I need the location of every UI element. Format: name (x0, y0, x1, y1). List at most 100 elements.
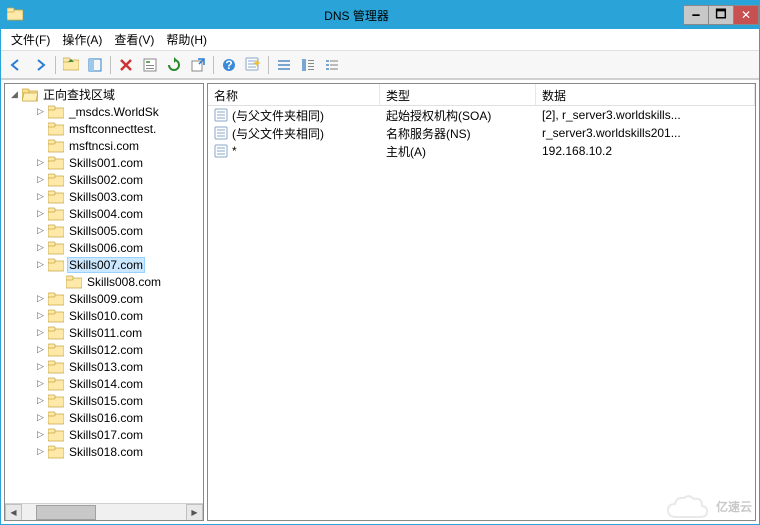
expand-icon[interactable]: ▷ (35, 174, 46, 185)
expand-icon[interactable]: ▷ (35, 395, 46, 406)
expand-icon[interactable]: ▷ (35, 412, 46, 423)
cell-data: 192.168.10.2 (536, 144, 755, 158)
app-window: DNS 管理器 🗕 🗖 ✕ 文件(F) 操作(A) 查看(V) 帮助(H) ? (0, 0, 760, 525)
tree-item-label: Skills007.com (67, 257, 145, 273)
horizontal-scrollbar[interactable]: ◀ ▶ (5, 503, 203, 520)
tree-item[interactable]: ▷Skills016.com (5, 409, 203, 426)
menu-view[interactable]: 查看(V) (108, 29, 160, 50)
tree-item[interactable]: msftconnecttest. (5, 120, 203, 137)
folder-icon (48, 343, 64, 357)
scroll-left-button[interactable]: ◀ (5, 504, 22, 521)
window-controls: 🗕 🗖 ✕ (684, 5, 759, 25)
tree-item[interactable]: msftncsi.com (5, 137, 203, 154)
cell-name: * (208, 144, 380, 158)
expand-icon[interactable]: ▷ (35, 446, 46, 457)
tree-item[interactable]: ▷Skills015.com (5, 392, 203, 409)
expand-icon (35, 123, 46, 134)
menu-file[interactable]: 文件(F) (5, 29, 56, 50)
list-body[interactable]: (与父文件夹相同)起始授权机构(SOA)[2], r_server3.world… (208, 106, 755, 520)
delete-button[interactable] (115, 54, 137, 76)
tree-item[interactable]: ▷ Skills014.com (5, 375, 203, 392)
tree-item[interactable]: ▷ Skills011.com (5, 324, 203, 341)
close-button[interactable]: ✕ (733, 5, 759, 25)
tree-root[interactable]: ◢ 正向查找区域 (5, 86, 203, 103)
expand-icon[interactable]: ▷ (35, 106, 46, 117)
tree-item[interactable]: ▷Skills013.com (5, 358, 203, 375)
help-button[interactable]: ? (218, 54, 240, 76)
properties-button[interactable] (139, 54, 161, 76)
expand-icon[interactable]: ▷ (35, 327, 46, 338)
expand-icon[interactable]: ▷ (35, 361, 46, 372)
export-button[interactable] (187, 54, 209, 76)
tree-item[interactable]: ▷ Skills007.com (5, 256, 203, 273)
scroll-track[interactable] (22, 504, 186, 521)
list-view-icon (324, 57, 340, 73)
column-header-data[interactable]: 数据 (536, 84, 755, 105)
new-record-button[interactable] (242, 54, 264, 76)
tree-item-label: Skills003.com (67, 190, 145, 204)
expand-icon[interactable]: ▷ (35, 259, 46, 270)
expand-icon[interactable]: ▷ (35, 344, 46, 355)
tree-item[interactable]: ▷Skills001.com (5, 154, 203, 171)
folder-icon (48, 207, 64, 221)
scroll-right-button[interactable]: ▶ (186, 504, 203, 521)
tree-item-label: Skills014.com (67, 377, 145, 391)
tree-item[interactable]: ▷ Skills003.com (5, 188, 203, 205)
record-row[interactable]: (与父文件夹相同)名称服务器(NS)r_server3.worldskills2… (208, 124, 755, 142)
tree-item[interactable]: ▷_msdcs.WorldSk (5, 103, 203, 120)
tree-item[interactable]: ▷Skills012.com (5, 341, 203, 358)
forward-button[interactable] (29, 54, 51, 76)
expand-icon[interactable]: ▷ (35, 225, 46, 236)
column-header-type[interactable]: 类型 (380, 84, 536, 105)
menu-help[interactable]: 帮助(H) (160, 29, 213, 50)
filter-button[interactable] (273, 54, 295, 76)
tree-item[interactable]: ▷Skills004.com (5, 205, 203, 222)
scroll-thumb[interactable] (36, 505, 96, 520)
expand-icon[interactable]: ▷ (35, 208, 46, 219)
tree-item[interactable]: Skills008.com (5, 273, 203, 290)
toolbar: ? (1, 51, 759, 79)
list-pane: 名称 类型 数据 (与父文件夹相同)起始授权机构(SOA)[2], r_serv… (207, 83, 756, 521)
tree-item[interactable]: ▷Skills006.com (5, 239, 203, 256)
list-view-button[interactable] (321, 54, 343, 76)
expand-icon[interactable]: ▷ (35, 191, 46, 202)
expand-icon[interactable]: ▷ (35, 429, 46, 440)
record-row[interactable]: *主机(A)192.168.10.2 (208, 142, 755, 160)
cell-name-text: * (232, 144, 237, 158)
tree-item[interactable]: ▷Skills002.com (5, 171, 203, 188)
maximize-button[interactable]: 🗖 (708, 5, 734, 25)
record-icon (214, 126, 228, 140)
tree-item[interactable]: ▷Skills018.com (5, 443, 203, 460)
expand-icon[interactable]: ▷ (35, 157, 46, 168)
export-icon (190, 57, 206, 73)
tree-scroll[interactable]: ◢ 正向查找区域 ▷_msdcs.WorldSkmsftconnecttest.… (5, 84, 203, 503)
detail-icon (300, 57, 316, 73)
refresh-button[interactable] (163, 54, 185, 76)
tree-item[interactable]: ▷Skills005.com (5, 222, 203, 239)
minimize-button[interactable]: 🗕 (683, 5, 709, 25)
tree-item[interactable]: ▷ Skills009.com (5, 290, 203, 307)
tree-item[interactable]: ▷Skills010.com (5, 307, 203, 324)
back-button[interactable] (5, 54, 27, 76)
panel-icon (87, 57, 103, 73)
folder-icon (48, 428, 64, 442)
expand-icon[interactable]: ▷ (35, 310, 46, 321)
show-hide-tree-button[interactable] (84, 54, 106, 76)
tree-item-label: Skills009.com (67, 292, 145, 306)
collapse-icon[interactable]: ◢ (9, 89, 20, 100)
tree-item-label: Skills011.com (67, 326, 144, 340)
tree-item[interactable]: ▷Skills017.com (5, 426, 203, 443)
cell-name: (与父文件夹相同) (208, 125, 380, 142)
expand-icon[interactable]: ▷ (35, 293, 46, 304)
folder-icon (48, 224, 64, 238)
detail-button[interactable] (297, 54, 319, 76)
folder-icon (48, 241, 64, 255)
expand-icon[interactable]: ▷ (35, 378, 46, 389)
cell-type: 名称服务器(NS) (380, 125, 536, 142)
expand-icon[interactable]: ▷ (35, 242, 46, 253)
menu-action[interactable]: 操作(A) (56, 29, 108, 50)
record-row[interactable]: (与父文件夹相同)起始授权机构(SOA)[2], r_server3.world… (208, 106, 755, 124)
column-header-name[interactable]: 名称 (208, 84, 380, 105)
up-button[interactable] (60, 54, 82, 76)
tree: ◢ 正向查找区域 ▷_msdcs.WorldSkmsftconnecttest.… (5, 84, 203, 460)
